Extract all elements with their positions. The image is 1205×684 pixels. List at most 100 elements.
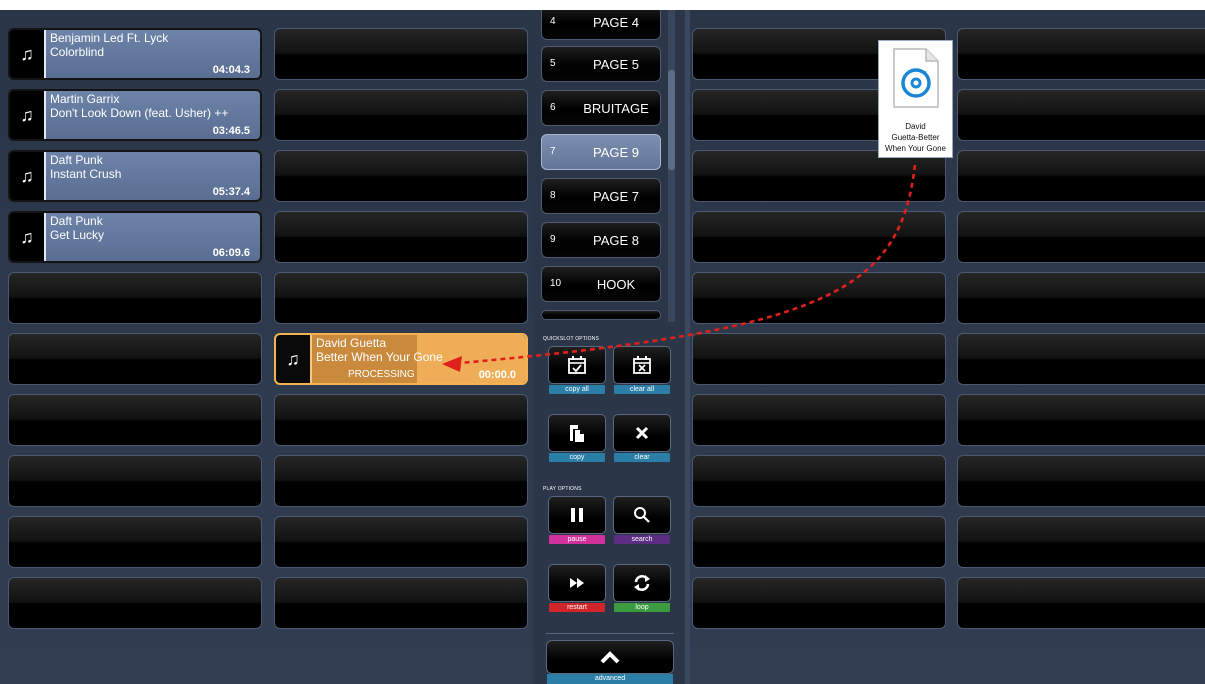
quickslot-empty[interactable] (957, 211, 1205, 263)
quickslot-empty[interactable] (274, 455, 528, 507)
quickslot[interactable]: ♫ Benjamin Led Ft. Lyck Colorblind 04:04… (8, 28, 262, 80)
quickslot-empty[interactable] (957, 272, 1205, 324)
quickslot-empty[interactable] (692, 211, 946, 263)
quickslot-empty[interactable] (957, 455, 1205, 507)
quickslot-empty[interactable] (8, 272, 262, 324)
pause-label: pause (549, 535, 605, 544)
calendar-check-icon (568, 356, 586, 374)
quickslot-empty[interactable] (957, 333, 1205, 385)
page-item[interactable]: 4 PAGE 4 (541, 10, 661, 40)
restart-button[interactable]: restart (548, 564, 606, 612)
slot-title: Instant Crush (50, 167, 122, 181)
quickslot-empty[interactable] (957, 394, 1205, 446)
page-label: PAGE 9 (592, 145, 639, 160)
file-name-line: Guetta-Better (891, 133, 940, 142)
quickslot-empty[interactable] (8, 455, 262, 507)
scrollbar-thumb[interactable] (668, 70, 675, 170)
slot-title: Colorblind (50, 45, 105, 59)
quickslot-empty[interactable] (957, 516, 1205, 568)
page-label: HOOK (596, 277, 636, 292)
search-button[interactable]: search (613, 496, 671, 544)
music-note-icon: ♫ (20, 43, 34, 64)
slot-title: Get Lucky (50, 228, 105, 242)
slot-artist: Daft Punk (50, 153, 103, 167)
clear-all-label: clear all (614, 385, 670, 394)
loop-icon (634, 575, 650, 591)
quickslot-empty[interactable] (274, 28, 528, 80)
page-list-scrollbar[interactable] (668, 10, 675, 322)
music-note-icon: ♫ (20, 165, 34, 186)
fast-forward-icon (570, 578, 584, 588)
page-item-active[interactable]: 7 PAGE 9 (541, 134, 661, 170)
quickslot-empty[interactable] (692, 455, 946, 507)
page-number: 7 (550, 146, 556, 157)
copy-all-label: copy all (549, 385, 605, 394)
page-item[interactable]: 10 HOOK (541, 266, 661, 302)
quickslot-empty[interactable] (957, 89, 1205, 141)
pause-button[interactable]: pause (548, 496, 606, 544)
quickslot[interactable]: ♫ Daft Punk Get Lucky 06:09.6 (8, 211, 262, 263)
quickslot-empty[interactable] (274, 394, 528, 446)
quickslot-empty[interactable] (692, 333, 946, 385)
advanced-button[interactable]: advanced (546, 640, 674, 684)
copy-label: copy (549, 453, 605, 462)
page-item[interactable]: 8 PAGE 7 (541, 178, 661, 214)
panel-divider (685, 10, 690, 684)
quickslot-empty[interactable] (957, 577, 1205, 629)
quickslot-empty[interactable] (274, 516, 528, 568)
quickslot-empty[interactable] (692, 577, 946, 629)
page-item[interactable]: 5 PAGE 5 (541, 46, 661, 82)
quickslot-empty[interactable] (692, 394, 946, 446)
quickslot-app: ♫ Benjamin Led Ft. Lyck Colorblind 04:04… (0, 10, 1205, 684)
file-name-line: When Your Gone (885, 144, 946, 153)
page-item[interactable]: 9 PAGE 8 (541, 222, 661, 258)
quickslot-empty[interactable] (8, 333, 262, 385)
page-label: PAGE 7 (592, 189, 639, 204)
slot-duration: 03:46.5 (212, 125, 250, 137)
file-name-line: David (905, 122, 926, 131)
search-label: search (614, 535, 670, 544)
quickslot-empty[interactable] (8, 577, 262, 629)
loop-button[interactable]: loop (613, 564, 671, 612)
copy-button[interactable]: copy (548, 414, 606, 462)
page-label: PAGE 8 (592, 233, 639, 248)
copy-all-button[interactable]: copy all (548, 346, 606, 394)
chevron-up-icon (600, 651, 620, 664)
quickslot[interactable]: ♫ Daft Punk Instant Crush 05:37.4 (8, 150, 262, 202)
slot-artist: Martin Garrix (50, 92, 120, 106)
quickslot-empty[interactable] (8, 516, 262, 568)
quickslot-empty[interactable] (274, 89, 528, 141)
slot-title: Better When Your Gone (316, 350, 443, 364)
quickslot-empty[interactable] (274, 272, 528, 324)
clear-button[interactable]: clear (613, 414, 671, 462)
play-options-heading: PLAY OPTIONS (543, 486, 582, 492)
page-number: 9 (550, 234, 556, 245)
quickslot-empty[interactable] (957, 150, 1205, 202)
page-number: 5 (550, 58, 556, 69)
quickslot-empty[interactable] (274, 150, 528, 202)
dragged-audio-file[interactable]: David Guetta-Better When Your Gone (878, 40, 953, 158)
pause-icon (571, 508, 583, 522)
clear-label: clear (614, 453, 670, 462)
quickslot-empty[interactable] (957, 28, 1205, 80)
music-note-icon: ♫ (20, 104, 34, 125)
quickslot-empty[interactable] (692, 516, 946, 568)
slot-artist: David Guetta (316, 336, 387, 350)
advanced-label: advanced (547, 674, 673, 684)
slot-status: PROCESSING (348, 369, 415, 380)
page-item[interactable]: 6 BRUITAGE (541, 90, 661, 126)
page-item[interactable] (541, 310, 661, 320)
page-label: BRUITAGE (583, 101, 649, 116)
quickslot[interactable]: ♫ Martin Garrix Don't Look Down (feat. U… (8, 89, 262, 141)
divider (546, 633, 674, 634)
slot-duration: 05:37.4 (212, 186, 250, 198)
quickslot-empty[interactable] (8, 394, 262, 446)
slot-duration: 00:00.0 (478, 369, 516, 381)
quickslot-empty[interactable] (274, 211, 528, 263)
slot-duration: 06:09.6 (212, 247, 250, 259)
clear-all-button[interactable]: clear all (613, 346, 671, 394)
search-icon (634, 507, 650, 523)
quickslot-empty[interactable] (692, 272, 946, 324)
quickslot-processing[interactable]: ♫ David Guetta Better When Your Gone PRO… (274, 333, 528, 385)
quickslot-empty[interactable] (274, 577, 528, 629)
